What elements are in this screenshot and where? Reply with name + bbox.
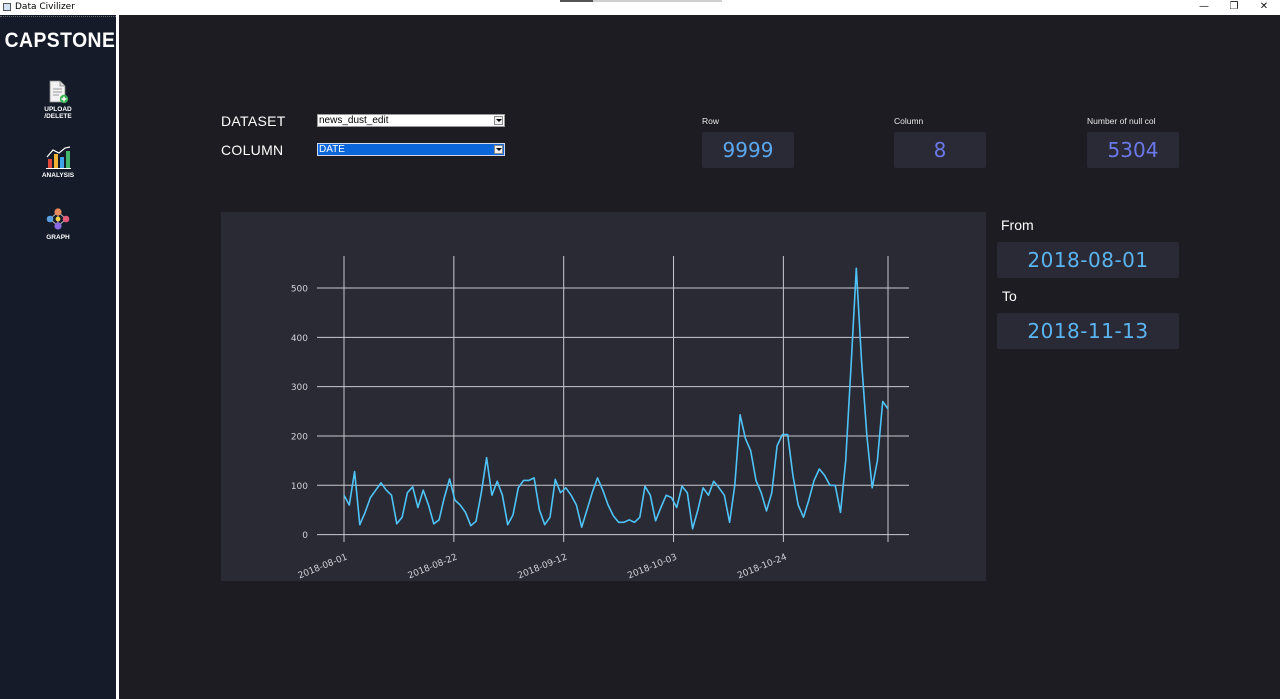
document-upload-icon xyxy=(49,80,69,104)
y-tick-label: 200 xyxy=(291,432,308,442)
restore-button[interactable]: ❐ xyxy=(1219,0,1249,15)
y-tick-label: 300 xyxy=(291,383,308,393)
null-count-label: Number of null col xyxy=(1087,116,1156,126)
series-line xyxy=(343,267,889,530)
bar-chart-icon xyxy=(46,146,71,169)
brand-logo: CAPSTONE xyxy=(4,29,116,52)
sidebar-item-label: UPLOAD xyxy=(44,106,72,113)
dataset-select[interactable]: news_dust_edit xyxy=(317,114,505,127)
column-label: COLUMN xyxy=(221,142,284,158)
sidebar-dotted-divider xyxy=(0,16,116,18)
chart-panel: 0 100 200 300 400 500 2018-08-01 2018-08-22 2018… xyxy=(221,212,986,581)
row-count-label: Row xyxy=(702,116,720,126)
dataset-select-value: news_dust_edit xyxy=(319,115,389,126)
from-date-value: 2018-08-01 xyxy=(997,242,1179,278)
dropdown-arrow-icon[interactable] xyxy=(494,116,503,125)
y-tick-label: 0 xyxy=(302,531,308,541)
sidebar-item-label: GRAPH xyxy=(46,234,70,241)
app-icon xyxy=(3,3,11,11)
x-tick-label: 2018-08-01 xyxy=(297,553,349,581)
sidebar-item-upload-delete[interactable]: UPLOAD /DELETE xyxy=(0,80,116,120)
sidebar-item-label-second-line: /DELETE xyxy=(44,113,72,120)
column-select-value: DATE xyxy=(319,144,345,155)
dropdown-arrow-icon[interactable] xyxy=(494,145,503,154)
dataset-label: DATASET xyxy=(221,113,286,129)
x-tick-label: 2018-10-03 xyxy=(626,553,678,581)
y-tick-label: 500 xyxy=(291,285,308,295)
line-chart: 0 100 200 300 400 500 2018-08-01 2018-08-22 2018… xyxy=(291,256,909,581)
window-title-bar: Data Civilizer — ❐ ✕ xyxy=(0,0,1280,15)
column-select[interactable]: DATE xyxy=(317,143,505,156)
x-tick-label: 2018-10-24 xyxy=(736,552,788,581)
sidebar-item-label: ANALYSIS xyxy=(41,172,75,179)
y-tick-label: 400 xyxy=(291,334,308,344)
sidebar-item-analysis[interactable]: ANALYSIS xyxy=(0,145,116,179)
network-graph-icon xyxy=(46,208,70,230)
to-date-value: 2018-11-13 xyxy=(997,313,1179,349)
sidebar: CAPSTONE UPLOAD /DELETE ANALYSIS GRAPH xyxy=(0,15,119,699)
sidebar-item-graph[interactable]: GRAPH xyxy=(0,207,116,241)
title-bar-indicator xyxy=(560,0,722,2)
y-tick-label: 100 xyxy=(291,482,308,492)
to-label: To xyxy=(1002,288,1017,304)
row-count-value: 9999 xyxy=(702,132,794,168)
null-count-value: 5304 xyxy=(1087,132,1179,168)
column-count-label: Column xyxy=(894,116,924,126)
window-title: Data Civilizer xyxy=(15,2,75,12)
x-tick-label: 2018-08-22 xyxy=(407,553,459,581)
close-button[interactable]: ✕ xyxy=(1249,0,1279,15)
column-count-value: 8 xyxy=(894,132,986,168)
x-tick-label: 2018-09-12 xyxy=(517,553,569,581)
from-label: From xyxy=(1001,217,1034,233)
minimize-button[interactable]: — xyxy=(1189,0,1219,15)
